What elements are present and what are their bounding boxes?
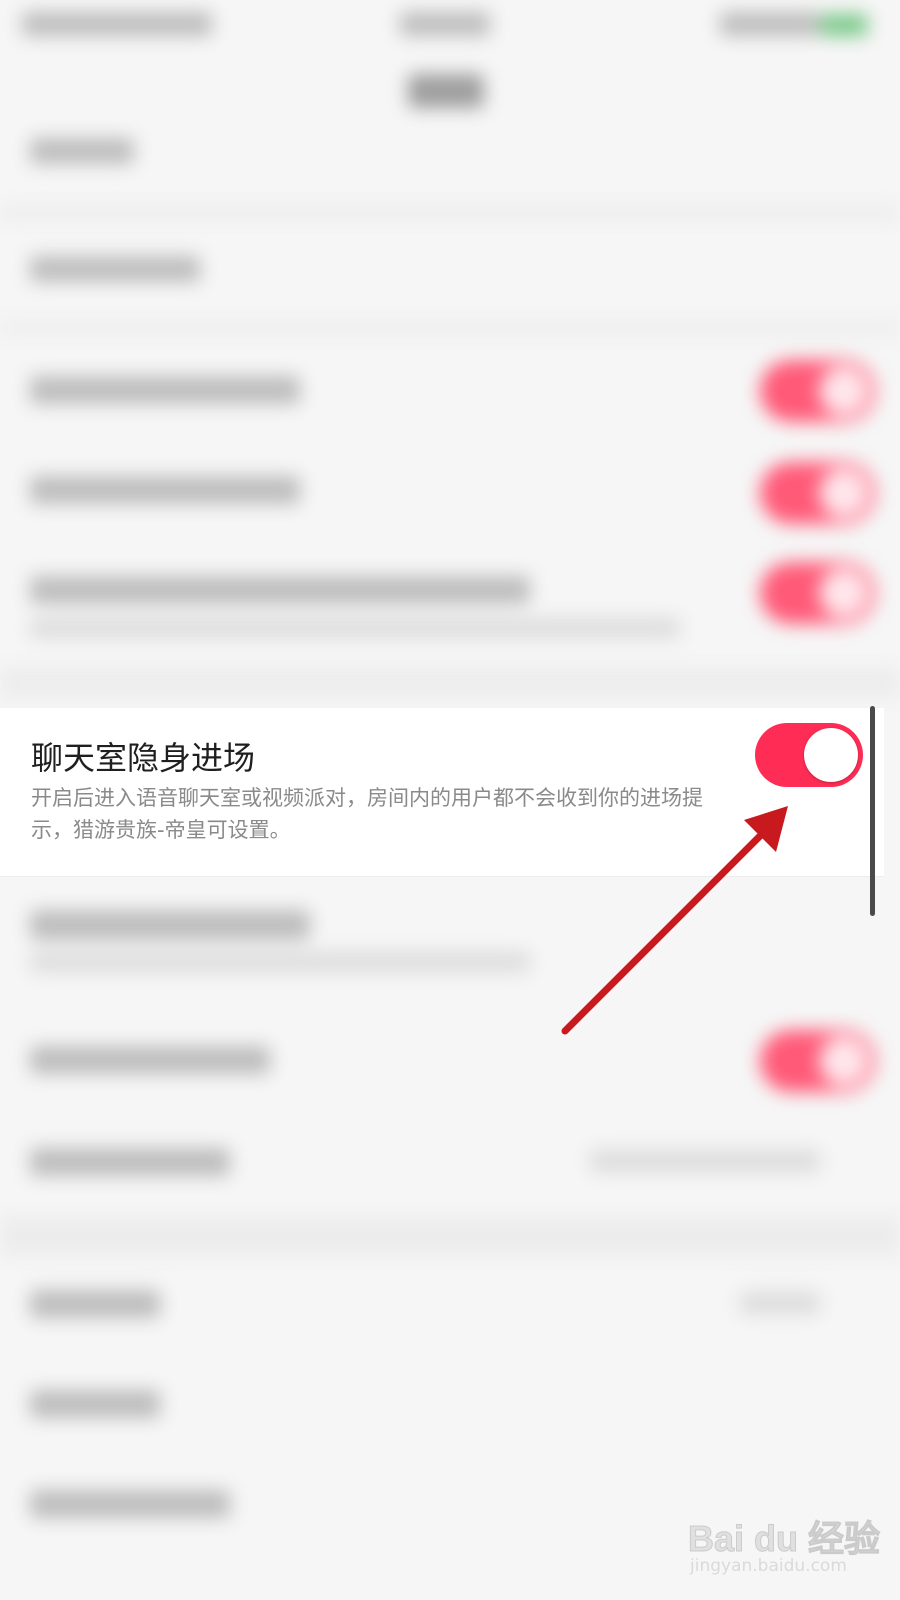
watermark-url: jingyan.baidu.com xyxy=(690,1556,847,1576)
annotation-arrow xyxy=(561,806,788,1035)
watermark-logo: Bai du 经验 xyxy=(687,1518,881,1560)
baidu-jingyan-watermark: Bai du 经验 jingyan.baidu.com xyxy=(687,1510,880,1590)
